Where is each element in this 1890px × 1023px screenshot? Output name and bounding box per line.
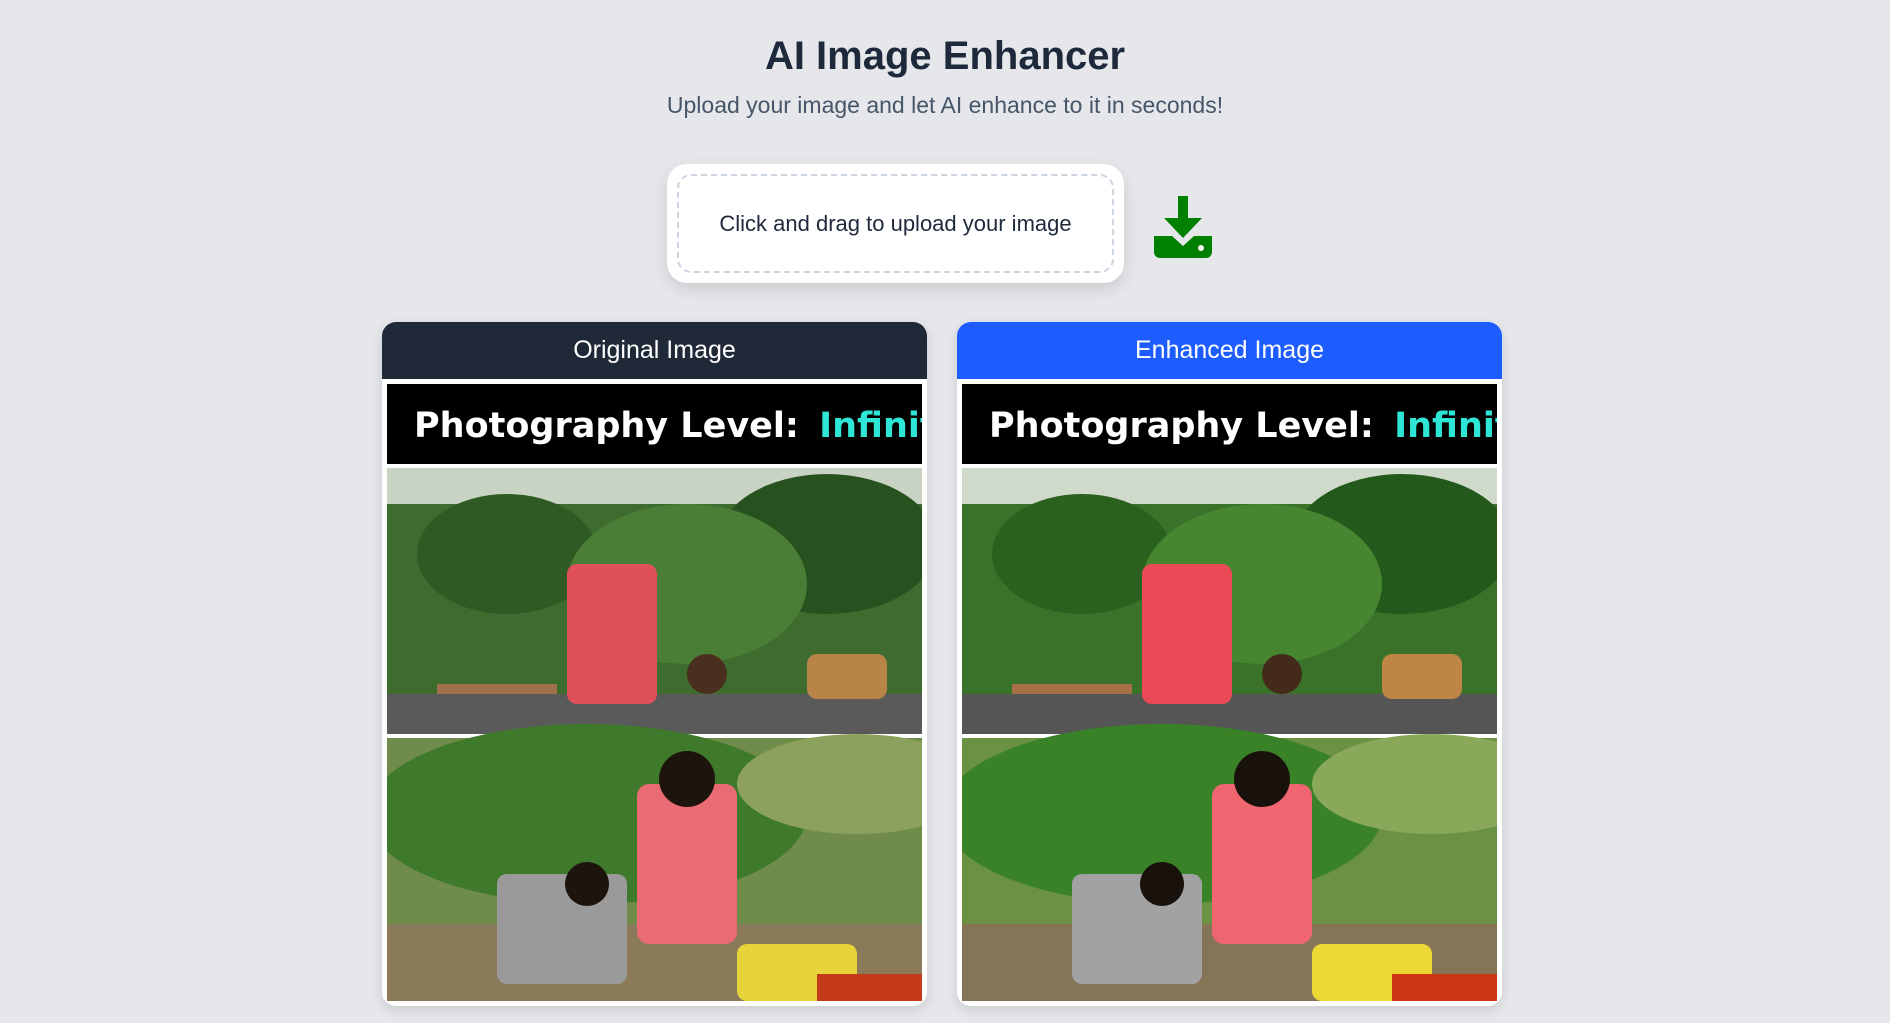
original-image-header: Original Image: [382, 322, 927, 379]
caption-text: Photography Level:: [414, 406, 799, 446]
download-button[interactable]: [1150, 194, 1216, 260]
page-subtitle: Upload your image and let AI enhance to …: [666, 92, 1224, 118]
original-image: Photography Level: Infinity: [387, 384, 922, 1001]
enhanced-image: Photography Level: Infinity: [962, 384, 1497, 1001]
original-image-panel: Original Image Photography Level: Infini…: [382, 322, 927, 1006]
caption-highlight: Infinity: [819, 406, 922, 446]
download-icon: [1154, 196, 1212, 258]
upload-card: Click and drag to upload your image: [667, 164, 1124, 283]
svg-text:Photography Level: Inf: Photography Level: Infinity: [989, 406, 1497, 446]
svg-text:Photography Level: Inf: Photography Level: Infinity: [414, 406, 922, 446]
enhanced-image-header: Enhanced Image: [957, 322, 1502, 379]
upload-dropzone[interactable]: Click and drag to upload your image: [677, 174, 1114, 273]
upload-label: Click and drag to upload your image: [719, 210, 1072, 236]
caption-highlight: Infinity: [1394, 406, 1497, 446]
caption-text: Photography Level:: [989, 406, 1374, 446]
enhanced-image-panel: Enhanced Image Photography Level: Infini…: [957, 322, 1502, 1006]
page-title: AI Image Enhancer: [764, 34, 1126, 78]
